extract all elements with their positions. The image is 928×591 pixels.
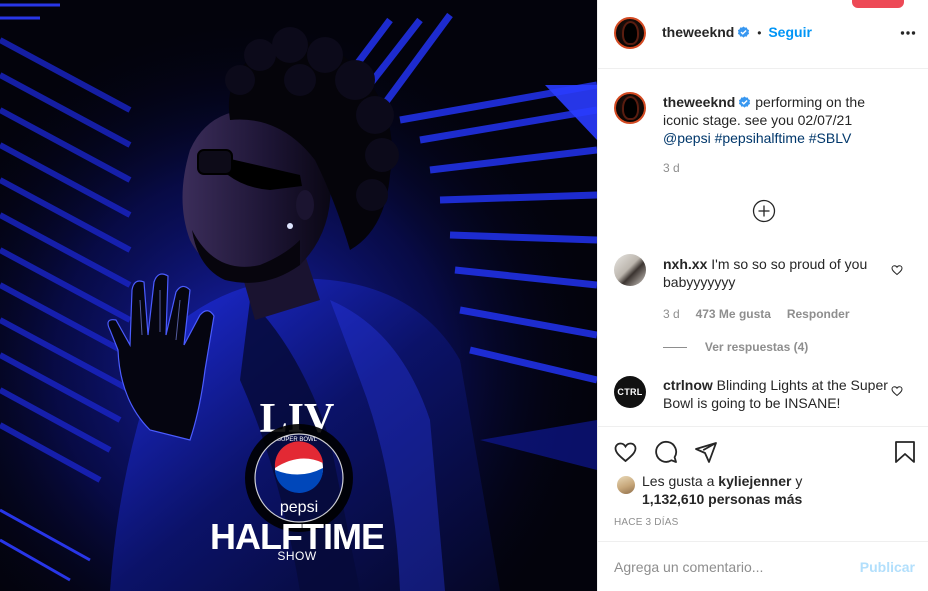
likes-summary: Les gusta a kyliejenner y [642, 472, 802, 490]
verified-badge-icon [739, 96, 751, 108]
send-icon[interactable] [694, 440, 718, 464]
post-timestamp[interactable]: HACE 3 DÍAS [614, 517, 678, 528]
likes-count-label: 1,132,610 personas más [642, 491, 803, 507]
pepsi-globe-icon [274, 441, 324, 494]
comment-age: 3 d [663, 307, 680, 321]
caption-username[interactable]: theweeknd [663, 94, 735, 110]
caption-avatar[interactable] [614, 92, 646, 124]
comment-avatar[interactable]: CTRL [614, 376, 646, 408]
heart-icon[interactable] [613, 440, 638, 464]
liker-avatar[interactable] [617, 476, 635, 494]
avatar[interactable] [614, 17, 646, 49]
comment-input[interactable] [614, 556, 854, 578]
comments-list[interactable]: theweeknd performing on the iconic stage… [598, 69, 928, 427]
separator: • [757, 26, 762, 40]
header-username[interactable]: theweeknd [662, 24, 734, 40]
comment: nxh.xx I'm so so so proud of you babyyyy… [663, 255, 893, 291]
view-replies-label: Ver respuestas (4) [704, 340, 809, 354]
comment-username[interactable]: nxh.xx [663, 256, 707, 272]
comment-avatar[interactable] [614, 254, 646, 286]
post-sidebar: theweeknd • Seguir theweeknd performing … [597, 0, 928, 591]
view-replies-button[interactable]: Ver respuestas (4) [663, 338, 808, 354]
comment-form: Publicar [598, 541, 928, 591]
replies-divider [663, 346, 687, 348]
caption: theweeknd performing on the iconic stage… [663, 93, 893, 147]
publish-button[interactable]: Publicar [860, 559, 915, 575]
logo-pepsi: pepsi [280, 499, 318, 516]
comment-like-icon[interactable] [891, 385, 903, 397]
post-image[interactable]: LIV SUPER BOWL pepsi HALFTIME SHOW [0, 0, 597, 591]
comment-like-icon[interactable] [891, 264, 903, 276]
caption-hashtag[interactable]: #pepsihalftime [715, 130, 805, 146]
likes-count[interactable]: 1,132,610 personas más [642, 490, 802, 508]
post-header: theweeknd • Seguir [598, 0, 928, 69]
comment-likes[interactable]: 473 Me gusta [696, 307, 771, 321]
likes-user[interactable]: kyliejenner [718, 473, 791, 489]
bookmark-icon[interactable] [894, 440, 916, 464]
comment-username[interactable]: ctrlnow [663, 377, 713, 393]
plus-circle-icon[interactable] [752, 199, 776, 223]
verified-badge-icon [738, 26, 750, 38]
comment: ctrlnow Blinding Lights at the Super Bow… [663, 376, 893, 412]
avatar-text: CTRL [617, 387, 643, 397]
post-image-artwork: LIV SUPER BOWL pepsi HALFTIME SHOW [0, 0, 597, 591]
more-horizontal-icon[interactable] [900, 30, 916, 36]
likes-middle: y [791, 473, 803, 489]
caption-mention[interactable]: @pepsi [663, 130, 711, 146]
comment-icon[interactable] [654, 440, 678, 464]
logo-show: SHOW [277, 549, 317, 563]
caption-hashtag[interactable]: #SBLV [809, 130, 852, 146]
caption-age: 3 d [663, 161, 680, 175]
follow-button[interactable]: Seguir [768, 24, 812, 40]
likes-prefix: Les gusta a [642, 473, 719, 489]
reply-button[interactable]: Responder [787, 307, 850, 321]
